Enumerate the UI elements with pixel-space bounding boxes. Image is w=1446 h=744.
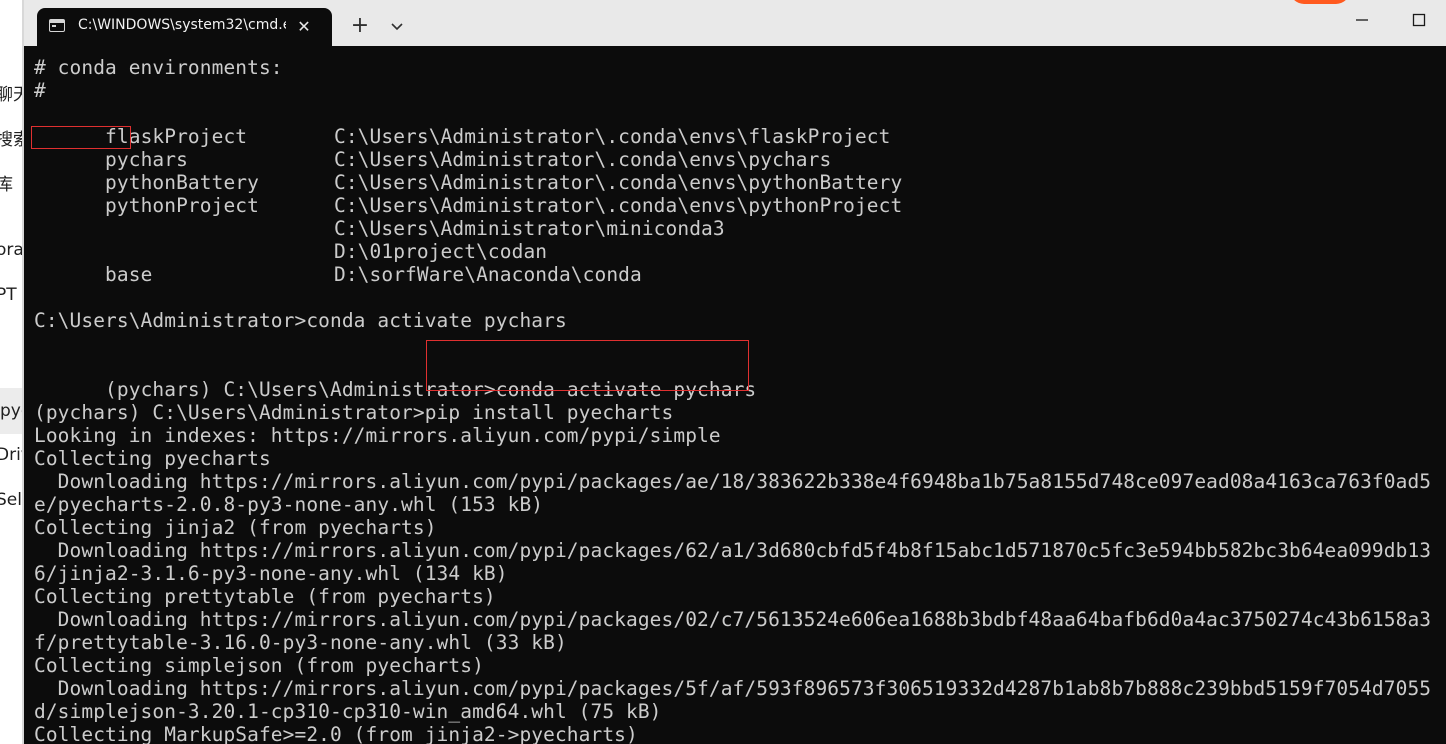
new-tab-button[interactable]: + — [347, 13, 373, 39]
terminal-line: e/pyecharts-2.0.8-py3-none-any.whl (153 … — [34, 493, 544, 516]
env-path: C:\Users\Administrator\.conda\envs\pytho… — [334, 194, 903, 217]
terminal-line: Looking in indexes: https://mirrors.aliy… — [34, 424, 721, 447]
env-path: C:\Users\Administrator\.conda\envs\pycha… — [334, 148, 832, 171]
terminal-line: d/simplejson-3.20.1-cp310-cp310-win_amd6… — [34, 700, 662, 723]
background-app-text: PT — [0, 285, 17, 305]
env-name: pythonProject — [105, 194, 259, 217]
terminal-icon — [49, 19, 65, 32]
terminal-line: Downloading https://mirrors.aliyun.com/p… — [34, 608, 1432, 631]
terminal-line: Collecting simplejson (from pyecharts) — [34, 654, 484, 677]
background-app-text: Driv — [0, 445, 24, 465]
terminal-line: Collecting jinja2 (from pyecharts) — [34, 516, 437, 539]
env-row: flaskProject C:\Users\Administrator\.cond… — [34, 102, 890, 148]
terminal-line: Downloading https://mirrors.aliyun.com/p… — [34, 470, 1432, 493]
env-row: C:\Users\Administrator\miniconda3 — [34, 194, 725, 240]
env-path: C:\Users\Administrator\.conda\envs\flask… — [334, 125, 891, 148]
background-app-text: 聊天 — [0, 85, 24, 105]
terminal-line: (pychars) C:\Users\Administrator>pip ins… — [34, 401, 674, 424]
terminal-line: Collecting pyecharts — [34, 447, 271, 470]
env-path: D:\sorfWare\Anaconda\conda — [334, 263, 642, 286]
terminal-line: # — [34, 79, 46, 102]
background-app-text: pye — [0, 388, 24, 434]
background-app-text: ora — [0, 240, 24, 260]
terminal-line: 6/jinja2-3.1.6-py3-none-any.whl (134 kB) — [34, 562, 508, 585]
terminal-line: Collecting MarkupSafe>=2.0 (from jinja2-… — [34, 723, 638, 744]
env-row: pythonProject C:\Users\Administrator\.con… — [34, 171, 902, 217]
terminal-line: Downloading https://mirrors.aliyun.com/p… — [34, 539, 1432, 562]
terminal-line: f/prettytable-3.16.0-py3-none-any.whl (3… — [34, 631, 567, 654]
chevron-down-icon[interactable] — [386, 15, 408, 37]
env-path: C:\Users\Administrator\miniconda3 — [334, 217, 725, 240]
tab-cmd[interactable]: C:\WINDOWS\system32\cmd.exe ✕ — [37, 8, 332, 46]
terminal-output[interactable]: # conda environments: # flaskProject C:\U… — [24, 46, 1446, 744]
background-app-text: 库 — [0, 175, 13, 195]
background-window-edge — [1290, 0, 1350, 4]
env-row: D:\01project\codan — [34, 217, 547, 263]
terminal-window: C:\WINDOWS\system32\cmd.exe ✕ + # conda … — [24, 0, 1446, 744]
env-path: C:\Users\Administrator\.conda\envs\pytho… — [334, 171, 903, 194]
highlight-box — [426, 340, 749, 391]
minimize-button[interactable] — [1350, 8, 1374, 32]
background-app-text: Sele — [0, 490, 24, 510]
background-app-sliver: 聊天 搜索 库 ora PT pye Driv Sele — [0, 0, 24, 744]
terminal-line: Downloading https://mirrors.aliyun.com/p… — [34, 677, 1432, 700]
terminal-line: C:\Users\Administrator>conda activate py… — [34, 309, 567, 332]
env-row: pythonBattery C:\Users\Administrator\.con… — [34, 148, 902, 194]
title-bar[interactable]: C:\WINDOWS\system32\cmd.exe ✕ + — [24, 0, 1446, 46]
close-tab-icon[interactable]: ✕ — [293, 16, 315, 38]
background-app-text: 搜索 — [0, 130, 24, 150]
highlight-box — [31, 126, 131, 149]
env-path: D:\01project\codan — [334, 240, 548, 263]
terminal-line: # conda environments: — [34, 56, 283, 79]
env-name: base — [105, 263, 153, 286]
tab-title: C:\WINDOWS\system32\cmd.exe — [78, 17, 286, 33]
env-row: base D:\sorfWare\Anaconda\conda — [34, 240, 642, 286]
terminal-line: Collecting prettytable (from pyecharts) — [34, 585, 496, 608]
maximize-button[interactable] — [1407, 8, 1431, 32]
